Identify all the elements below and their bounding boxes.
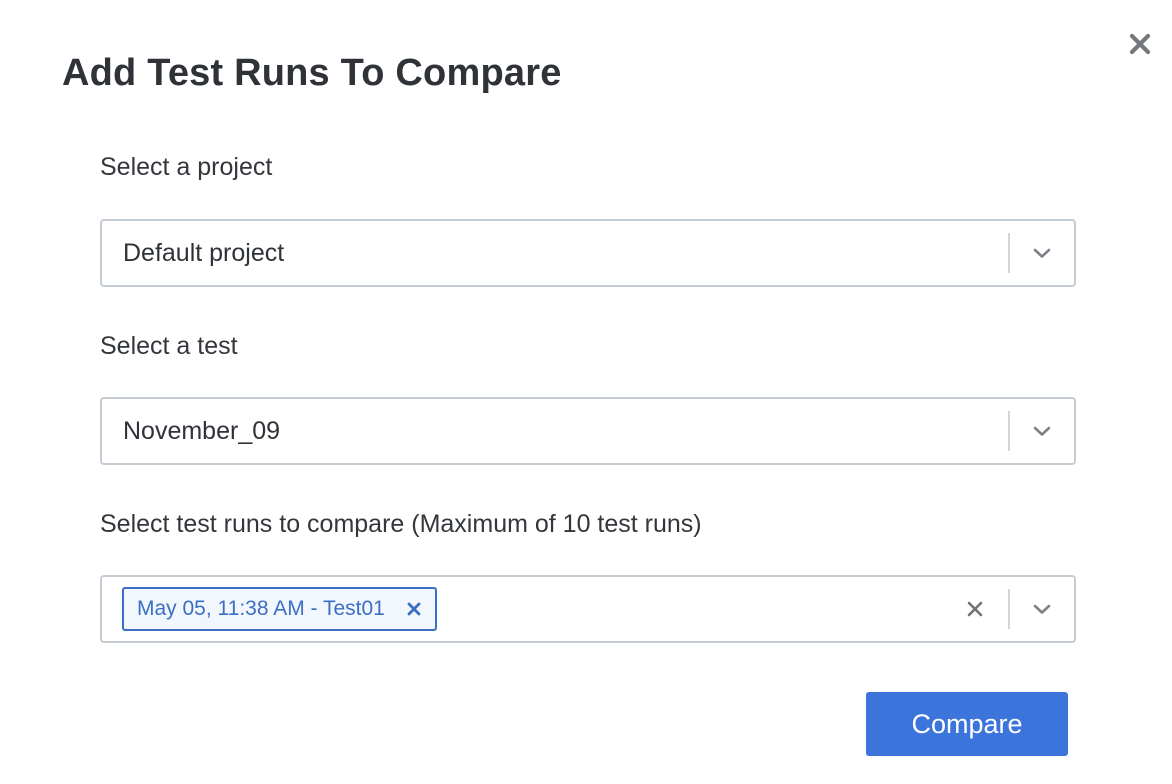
- project-select[interactable]: Default project: [100, 219, 1076, 287]
- clear-icon: [967, 601, 983, 617]
- test-dropdown-toggle[interactable]: [1010, 399, 1074, 463]
- chevron-down-icon: [1033, 604, 1051, 614]
- selected-test-runs: May 05, 11:38 AM - Test01: [102, 587, 942, 631]
- compare-button[interactable]: Compare: [866, 692, 1068, 756]
- test-label: Select a test: [100, 332, 238, 360]
- chevron-down-icon: [1033, 426, 1051, 436]
- close-icon: [1129, 33, 1151, 55]
- close-button[interactable]: [1126, 30, 1154, 58]
- test-select-value[interactable]: November_09: [102, 417, 1008, 446]
- clear-all-button[interactable]: [942, 577, 1008, 641]
- close-icon: [407, 602, 421, 616]
- test-run-chip-label: May 05, 11:38 AM - Test01: [137, 597, 385, 620]
- project-select-value: Default project: [123, 238, 285, 267]
- chevron-down-icon: [1033, 248, 1051, 258]
- test-run-chip: May 05, 11:38 AM - Test01: [122, 587, 437, 631]
- project-dropdown-toggle[interactable]: [1010, 221, 1074, 285]
- project-label: Select a project: [100, 153, 273, 181]
- test-runs-label: Select test runs to compare (Maximum of …: [100, 510, 702, 538]
- test-runs-multiselect[interactable]: May 05, 11:38 AM - Test01: [100, 575, 1076, 643]
- add-test-runs-dialog: Add Test Runs To Compare Select a projec…: [0, 0, 1172, 784]
- remove-test-run-button[interactable]: [405, 600, 423, 618]
- dialog-title: Add Test Runs To Compare: [62, 52, 562, 94]
- test-select[interactable]: November_09: [100, 397, 1076, 465]
- test-runs-dropdown-toggle[interactable]: [1010, 577, 1074, 641]
